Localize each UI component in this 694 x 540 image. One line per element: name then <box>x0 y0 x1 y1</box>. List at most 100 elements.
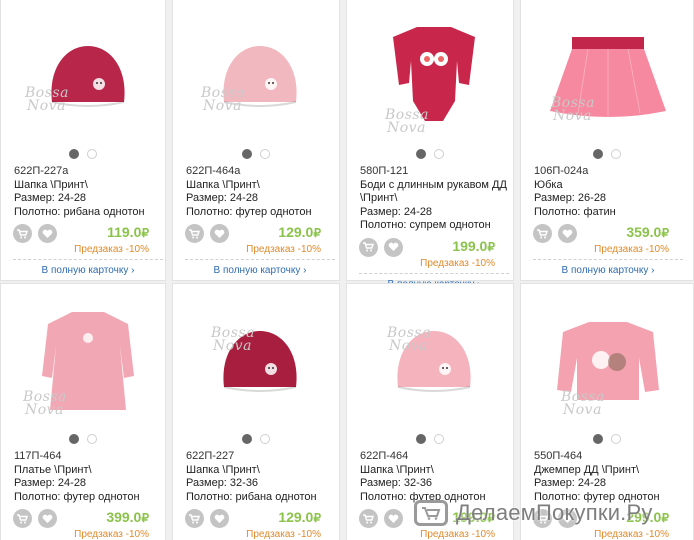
product-card[interactable]: Bossa Nova 622П-227а Шапка \Принт\ Разме… <box>0 0 166 281</box>
image-pager <box>1 434 165 446</box>
heart-icon[interactable] <box>210 509 229 528</box>
image-pager <box>173 149 339 161</box>
heart-icon[interactable] <box>384 509 403 528</box>
price-value: 199.0 <box>452 237 488 254</box>
pager-dot[interactable] <box>434 149 444 159</box>
preorder-label: Предзаказ -10% <box>246 244 321 255</box>
cart-icon[interactable] <box>13 509 32 528</box>
product-info: 622П-227а Шапка \Принт\ Размер: 24-28 По… <box>14 165 164 219</box>
pager-dot-active[interactable] <box>242 434 252 444</box>
watermark-line: Nova <box>389 338 428 354</box>
product-actions: 399.0₽ Предзаказ -10% <box>13 509 163 540</box>
pager-dot[interactable] <box>87 149 97 159</box>
pager-dot[interactable] <box>87 434 97 444</box>
product-code: 580П-121 <box>360 165 409 177</box>
preorder-label: Предзаказ -10% <box>594 244 669 255</box>
image-pager <box>521 434 693 446</box>
price-value: 129.0 <box>278 509 314 525</box>
pager-dot-active[interactable] <box>593 434 603 444</box>
pager-dot-active[interactable] <box>242 149 252 159</box>
product-fabric: Полотно: супрем однотон <box>360 219 491 231</box>
product-code: 622П-227 <box>186 450 235 462</box>
price-value: 359.0 <box>626 224 662 240</box>
product-image[interactable] <box>13 13 163 138</box>
product-card[interactable]: Bossa Nova 580П-121 Боди с длинным рукав… <box>346 0 514 290</box>
pager-dot[interactable] <box>260 434 270 444</box>
product-card[interactable]: Bossa Nova 117П-464 Платье \Принт\ Разме… <box>0 283 166 540</box>
price-value: 119.0 <box>107 224 142 240</box>
full-card-label[interactable]: В полную карточку <box>562 265 649 276</box>
cart-icon[interactable] <box>359 237 378 257</box>
product-size: Размер: 24-28 <box>14 477 87 489</box>
pager-dot[interactable] <box>611 434 621 444</box>
product-name: Джемпер ДД \Принт\ <box>534 463 640 476</box>
product-info: 117П-464 Платье \Принт\ Размер: 24-28 По… <box>14 450 164 504</box>
watermark-line: Nova <box>563 402 602 418</box>
brand-watermark: Bossa Nova <box>201 86 245 114</box>
full-card-link[interactable]: В полную карточку › <box>185 259 335 276</box>
full-card-link[interactable]: В полную карточку › <box>533 259 683 276</box>
image-pager <box>347 434 513 446</box>
pager-dot[interactable] <box>260 149 270 159</box>
chevron-right-icon: › <box>303 265 307 276</box>
brand-watermark: Bossa Nova <box>23 390 67 417</box>
product-image[interactable] <box>185 13 335 138</box>
pager-dot[interactable] <box>434 434 444 444</box>
full-card-label[interactable]: В полную карточку <box>42 265 129 276</box>
pager-dot-active[interactable] <box>69 434 79 444</box>
product-size: Размер: 24-28 <box>534 477 607 489</box>
product-actions: 129.0₽ Предзаказ -10% <box>185 224 335 255</box>
product-image[interactable] <box>533 298 683 423</box>
watermark-line: Nova <box>203 98 242 114</box>
product-image[interactable] <box>359 298 509 423</box>
product-card[interactable]: Bossa Nova 622П-227 Шапка \Принт\ Размер… <box>172 283 340 540</box>
watermark-line: Nova <box>553 108 592 124</box>
cart-icon[interactable] <box>185 224 204 243</box>
product-code: 550П-464 <box>534 450 583 462</box>
heart-icon[interactable] <box>558 224 577 243</box>
preorder-label: Предзаказ -10% <box>74 244 149 255</box>
cart-icon[interactable] <box>13 224 32 243</box>
pager-dot-active[interactable] <box>593 149 603 159</box>
full-card-label[interactable]: В полную карточку <box>214 265 301 276</box>
product-size: Размер: 26-28 <box>534 192 607 204</box>
product-fabric: Полотно: рибана однотон <box>14 205 145 218</box>
heart-icon[interactable] <box>384 237 403 257</box>
product-fabric: Полотно: рибана однотон <box>186 490 317 503</box>
cart-icon[interactable] <box>533 224 552 243</box>
preorder-label: Предзаказ -10% <box>74 529 149 540</box>
heart-icon[interactable] <box>210 224 229 243</box>
full-card-link[interactable]: В полную карточку › <box>13 259 163 276</box>
preorder-label: Предзаказ -10% <box>420 529 495 540</box>
brand-watermark: Bossa Nova <box>385 108 429 135</box>
product-card[interactable]: Bossa Nova 622П-464а Шапка \Принт\ Разме… <box>172 0 340 281</box>
product-actions: 359.0₽ Предзаказ -10% <box>533 224 683 255</box>
product-code: 117П-464 <box>14 450 62 462</box>
product-code: 622П-464 <box>360 450 409 462</box>
product-grid: Bossa Nova 622П-227а Шапка \Принт\ Разме… <box>0 0 694 540</box>
product-card[interactable]: Bossa Nova 106П-024а Юбка Размер: 26-28 … <box>520 0 694 281</box>
product-image[interactable] <box>359 13 509 138</box>
cart-icon[interactable] <box>185 509 204 528</box>
product-info: 622П-227 Шапка \Принт\ Размер: 32-36 Пол… <box>186 450 336 504</box>
pager-dot-active[interactable] <box>416 149 426 159</box>
product-fabric: Полотно: футер однотон <box>14 490 140 503</box>
product-image[interactable] <box>185 298 335 423</box>
image-pager <box>173 434 339 446</box>
product-size: Размер: 32-36 <box>360 477 433 489</box>
currency-sign: ₽ <box>141 511 149 525</box>
cart-icon[interactable] <box>359 509 378 528</box>
site-watermark-text: ДелаемПокупки.Ру <box>456 500 653 525</box>
brand-watermark: Bossa Nova <box>561 390 605 418</box>
heart-icon[interactable] <box>38 224 57 243</box>
pager-dot-active[interactable] <box>69 149 79 159</box>
product-name: Боди с длинным рукавом ДД \Принт\ <box>360 178 507 205</box>
product-name: Платье \Принт\ <box>14 463 92 476</box>
product-fabric: Полотно: футер однотон <box>186 205 312 218</box>
product-price: 399.0₽ <box>106 509 149 525</box>
heart-icon[interactable] <box>38 509 57 528</box>
pager-dot[interactable] <box>611 149 621 159</box>
pager-dot-active[interactable] <box>416 434 426 444</box>
chevron-right-icon: › <box>651 265 655 276</box>
product-name: Шапка \Принт\ <box>186 463 260 476</box>
